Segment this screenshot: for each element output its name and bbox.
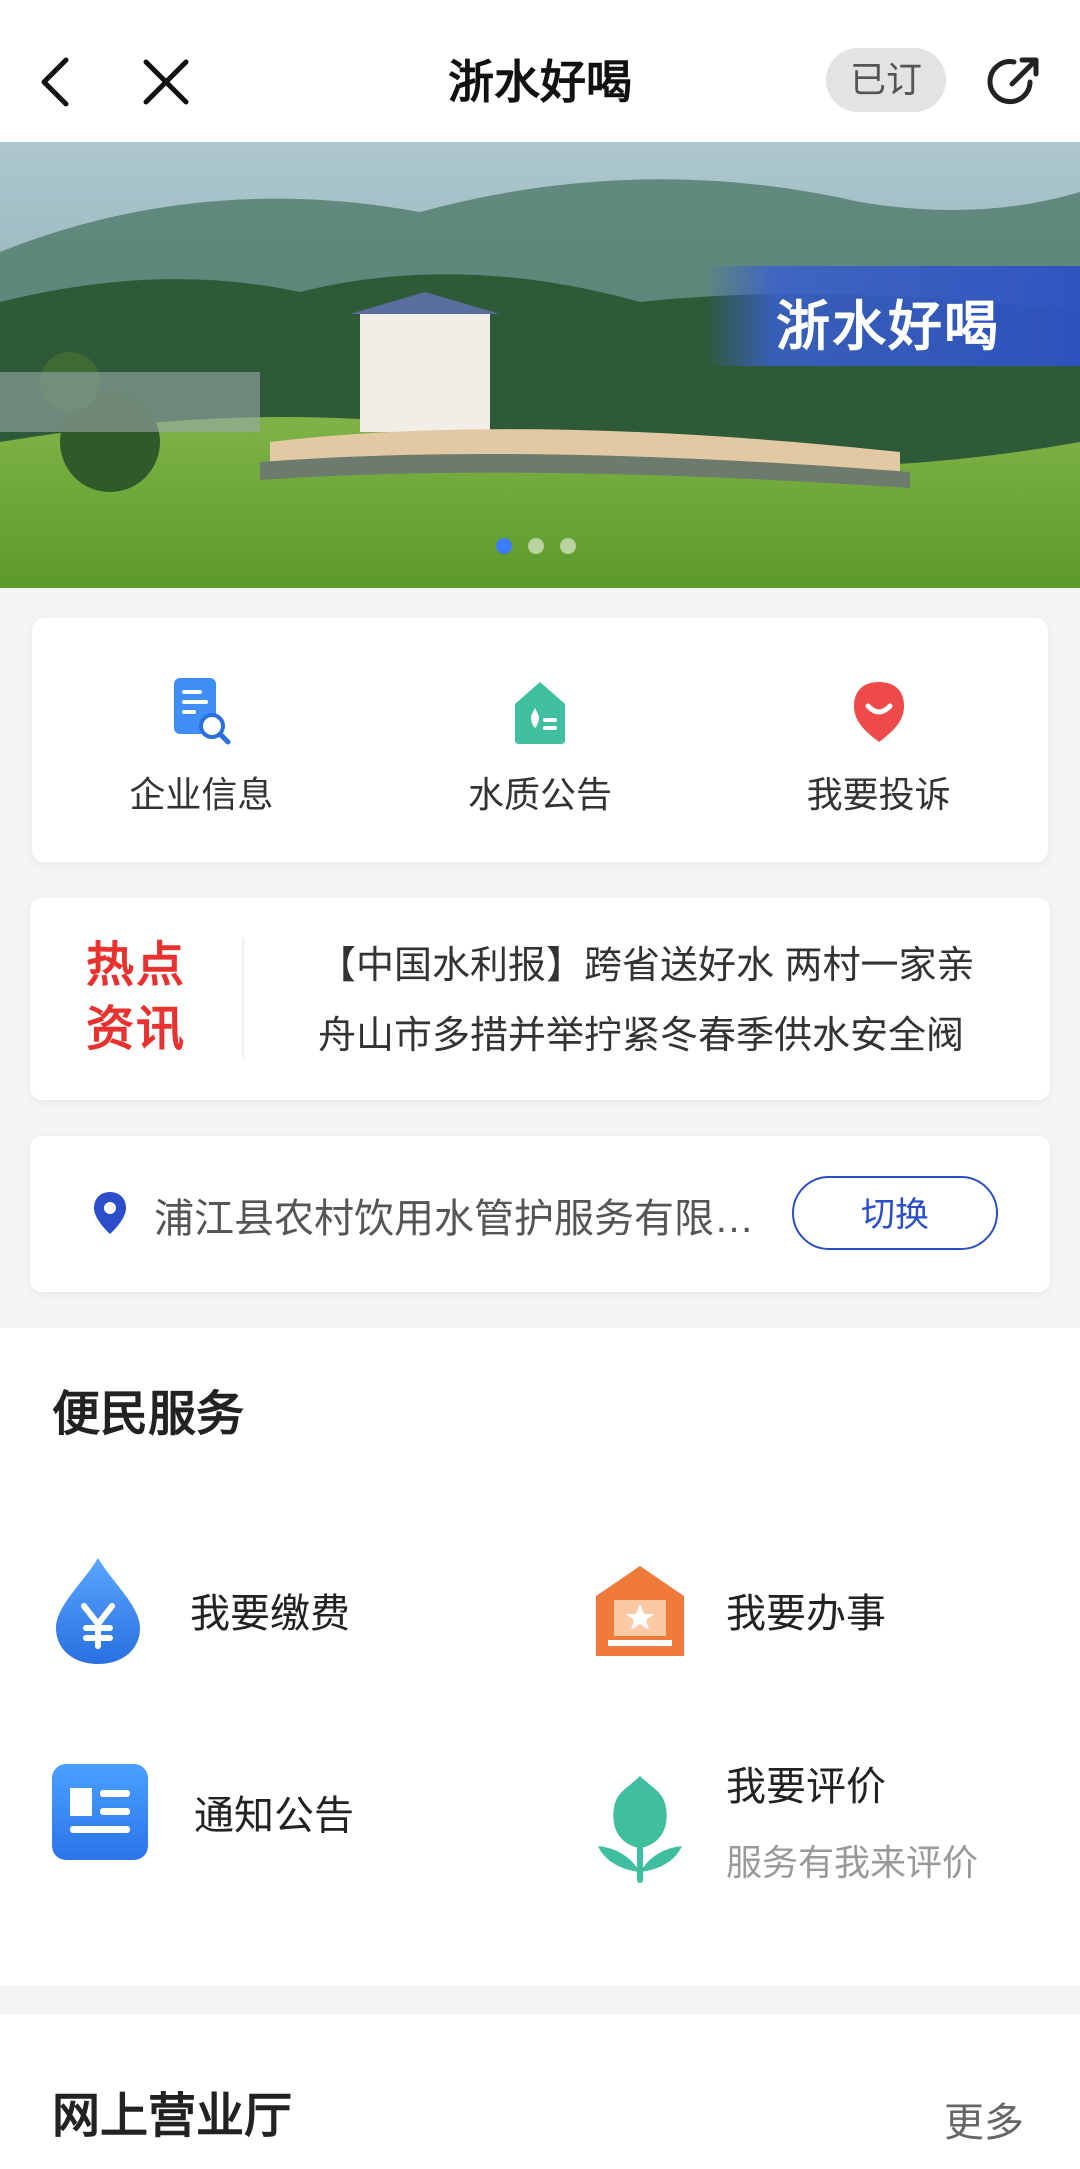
divider <box>242 938 244 1058</box>
banner-carousel[interactable]: 浙水好喝 <box>0 142 1080 588</box>
carousel-dot[interactable] <box>528 538 544 554</box>
payment-drop-icon <box>56 1558 140 1664</box>
switch-location-button[interactable]: 切换 <box>792 1176 998 1250</box>
quick-action-company-info[interactable]: 企业信息 <box>32 618 371 862</box>
quick-action-complaint[interactable]: 我要投诉 <box>709 618 1048 862</box>
carousel-indicator <box>496 538 576 554</box>
hot-news-badge: 热点 资讯 <box>86 934 186 1062</box>
hot-news-badge-line: 资讯 <box>86 1003 187 1056</box>
banner-title: 浙水好喝 <box>776 297 1000 357</box>
app-page: 浙水好喝 已订 浙水好喝 企业信息 水质公告 我要投诉 热点 资讯 【中国水利报… <box>0 0 1080 2169</box>
carousel-dot[interactable] <box>560 538 576 554</box>
subscribed-button[interactable]: 已订 <box>826 48 946 112</box>
share-icon <box>987 57 1039 105</box>
location-card: 浦江县农村饮用水管护服务有限公司 切换 <box>30 1136 1050 1292</box>
more-link[interactable]: 更多 <box>944 2090 1024 2148</box>
banner-title-overlay: 浙水好喝 <box>705 266 1080 366</box>
online-hall-section: 网上营业厅 更多 <box>0 2014 1080 2169</box>
notice-icon <box>52 1764 148 1860</box>
service-handle-affairs[interactable]: 我要办事 <box>590 1560 886 1660</box>
section-title: 网上营业厅 <box>52 2090 293 2143</box>
location-pin-icon <box>94 1192 126 1234</box>
top-navigation-bar: 浙水好喝 已订 <box>0 0 1080 142</box>
current-location-name: 浦江县农村饮用水管护服务有限公司 <box>154 1197 774 1241</box>
section-title: 便民服务 <box>52 1388 245 1441</box>
news-headline[interactable]: 舟山市多措并举拧紧冬春季供水安全阀 <box>318 1004 1018 1059</box>
document-search-icon <box>174 678 231 745</box>
service-payment[interactable]: 我要缴费 <box>52 1554 350 1666</box>
complaint-icon <box>853 682 904 742</box>
quick-action-label: 我要投诉 <box>806 774 951 815</box>
service-text-group: 我要评价 服务有我来评价 <box>726 1754 978 1886</box>
service-label: 我要评价 <box>726 1765 886 1809</box>
tulip-icon <box>598 1776 682 1883</box>
news-headline[interactable]: 【中国水利报】跨省送好水 两村一家亲 <box>318 934 1018 989</box>
quick-actions-card: 企业信息 水质公告 我要投诉 <box>32 618 1048 862</box>
water-quality-icon <box>515 682 565 744</box>
service-evaluate[interactable]: 我要评价 服务有我来评价 <box>590 1754 978 1886</box>
hot-news-badge-line: 热点 <box>86 939 187 992</box>
office-building-icon <box>596 1566 684 1656</box>
convenience-services-section: 便民服务 我要缴费 我要办事 通知公告 我要评价 服务有我来评价 <box>0 1328 1080 1986</box>
quick-action-label: 企业信息 <box>129 774 274 815</box>
service-subtitle: 服务有我来评价 <box>726 1842 979 1883</box>
quick-action-label: 水质公告 <box>468 774 613 815</box>
share-button[interactable] <box>978 46 1050 118</box>
service-label: 我要缴费 <box>190 1592 350 1636</box>
hot-news-card[interactable]: 热点 资讯 【中国水利报】跨省送好水 两村一家亲 舟山市多措并举拧紧冬春季供水安… <box>30 898 1050 1100</box>
quick-action-water-quality[interactable]: 水质公告 <box>371 618 710 862</box>
service-notice[interactable]: 通知公告 <box>52 1764 354 1860</box>
service-label: 我要办事 <box>726 1592 886 1636</box>
service-label: 通知公告 <box>194 1794 354 1838</box>
carousel-dot[interactable] <box>496 538 512 554</box>
